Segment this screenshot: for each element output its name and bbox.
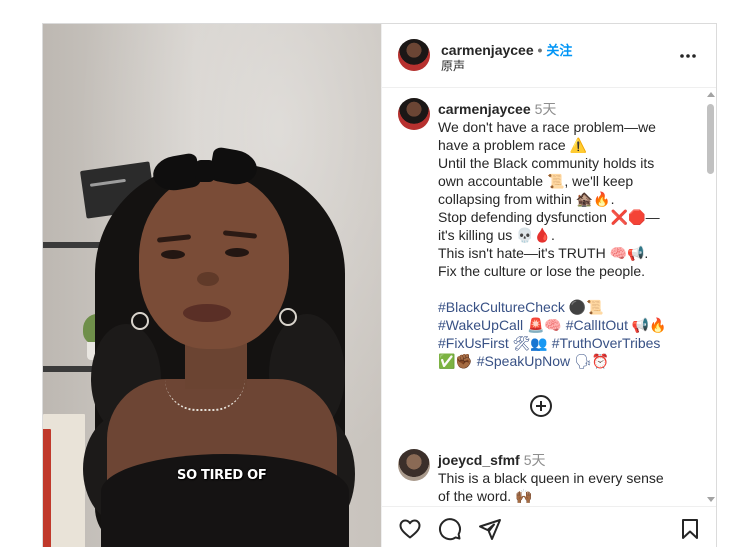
hashtag-line[interactable]: #BlackCultureCheck ⚫📜 [438,298,683,316]
face [139,174,289,349]
earring [131,312,149,330]
post-side-panel: carmenjaycee • 关注 原声 carmenjaycee 5天 We d… [381,24,716,547]
comment-header: joeycd_sfmf 5天 [438,450,546,470]
separator-dot: • [537,42,543,58]
nose [197,272,219,286]
comments-scrollbar[interactable] [705,92,715,502]
post-header: carmenjaycee • 关注 原声 [382,24,716,88]
caption-line: have a problem race ⚠️ [438,137,587,153]
commenter-avatar[interactable] [398,449,430,481]
caption-header: carmenjaycee 5天 [438,99,556,119]
caption-author-avatar[interactable] [398,98,430,130]
video-player[interactable]: SO TIRED OF [43,24,381,547]
hair-bow [150,146,260,198]
caption-line: own accountable 📜, we'll keep [438,173,634,189]
scrollbar-thumb[interactable] [707,104,714,174]
author-username[interactable]: carmenjaycee [441,42,534,58]
caption-line: Stop defending dysfunction ❌🛑— [438,209,660,225]
lips [183,304,231,322]
comments-list: carmenjaycee 5天 We don't have a race prob… [382,88,716,506]
share-paper-plane-icon[interactable] [478,517,504,543]
like-heart-icon[interactable] [398,517,424,543]
hashtag-line[interactable]: #WakeUpCall 🚨🧠 #CallItOut 📢🔥 [438,316,683,334]
commenter-username[interactable]: joeycd_sfmf [438,452,520,468]
comment-line: This is a black queen in every sense [438,470,664,486]
post-caption-text: We don't have a race problem—we have a p… [438,118,683,370]
scroll-down-arrow[interactable] [707,497,715,502]
caption-line: This isn't hate—it's TRUTH 🧠📢. [438,245,649,261]
action-bar [382,506,716,547]
video-caption: SO TIRED OF [177,468,267,483]
comment-line: of the word. 🙌🏾 [438,488,533,504]
more-options-icon[interactable] [679,42,697,65]
scroll-up-arrow[interactable] [707,92,715,97]
book [43,429,51,547]
hashtag-line[interactable]: #FixUsFirst 🛠👥 #TruthOverTribes [438,334,683,352]
author-avatar[interactable] [398,39,430,71]
eye [161,250,185,259]
caption-time[interactable]: 5天 [535,101,557,117]
hashtag-line[interactable]: ✅✊🏾 #SpeakUpNow 🗣⏰ [438,352,683,370]
save-bookmark-icon[interactable] [678,517,704,543]
eye [225,248,249,257]
caption-author-username[interactable]: carmenjaycee [438,101,531,117]
load-more-comments-icon[interactable] [530,395,552,417]
caption-line: collapsing from within 🏚️🔥. [438,191,615,207]
comment-text: This is a black queen in every sense of … [438,469,683,505]
follow-button[interactable]: 关注 [546,43,572,58]
audio-label[interactable]: 原声 [441,57,465,74]
comment-bubble-icon[interactable] [438,517,464,543]
caption-line: it's killing us 💀🩸. [438,227,555,243]
comment-time[interactable]: 5天 [524,452,546,468]
caption-line: Until the Black community holds its [438,155,655,171]
post-container: SO TIRED OF carmenjaycee • 关注 原声 carmenj… [42,23,717,547]
earring [279,308,297,326]
caption-line: We don't have a race problem—we [438,119,656,135]
caption-line: Fix the culture or lose the people. [438,263,646,279]
